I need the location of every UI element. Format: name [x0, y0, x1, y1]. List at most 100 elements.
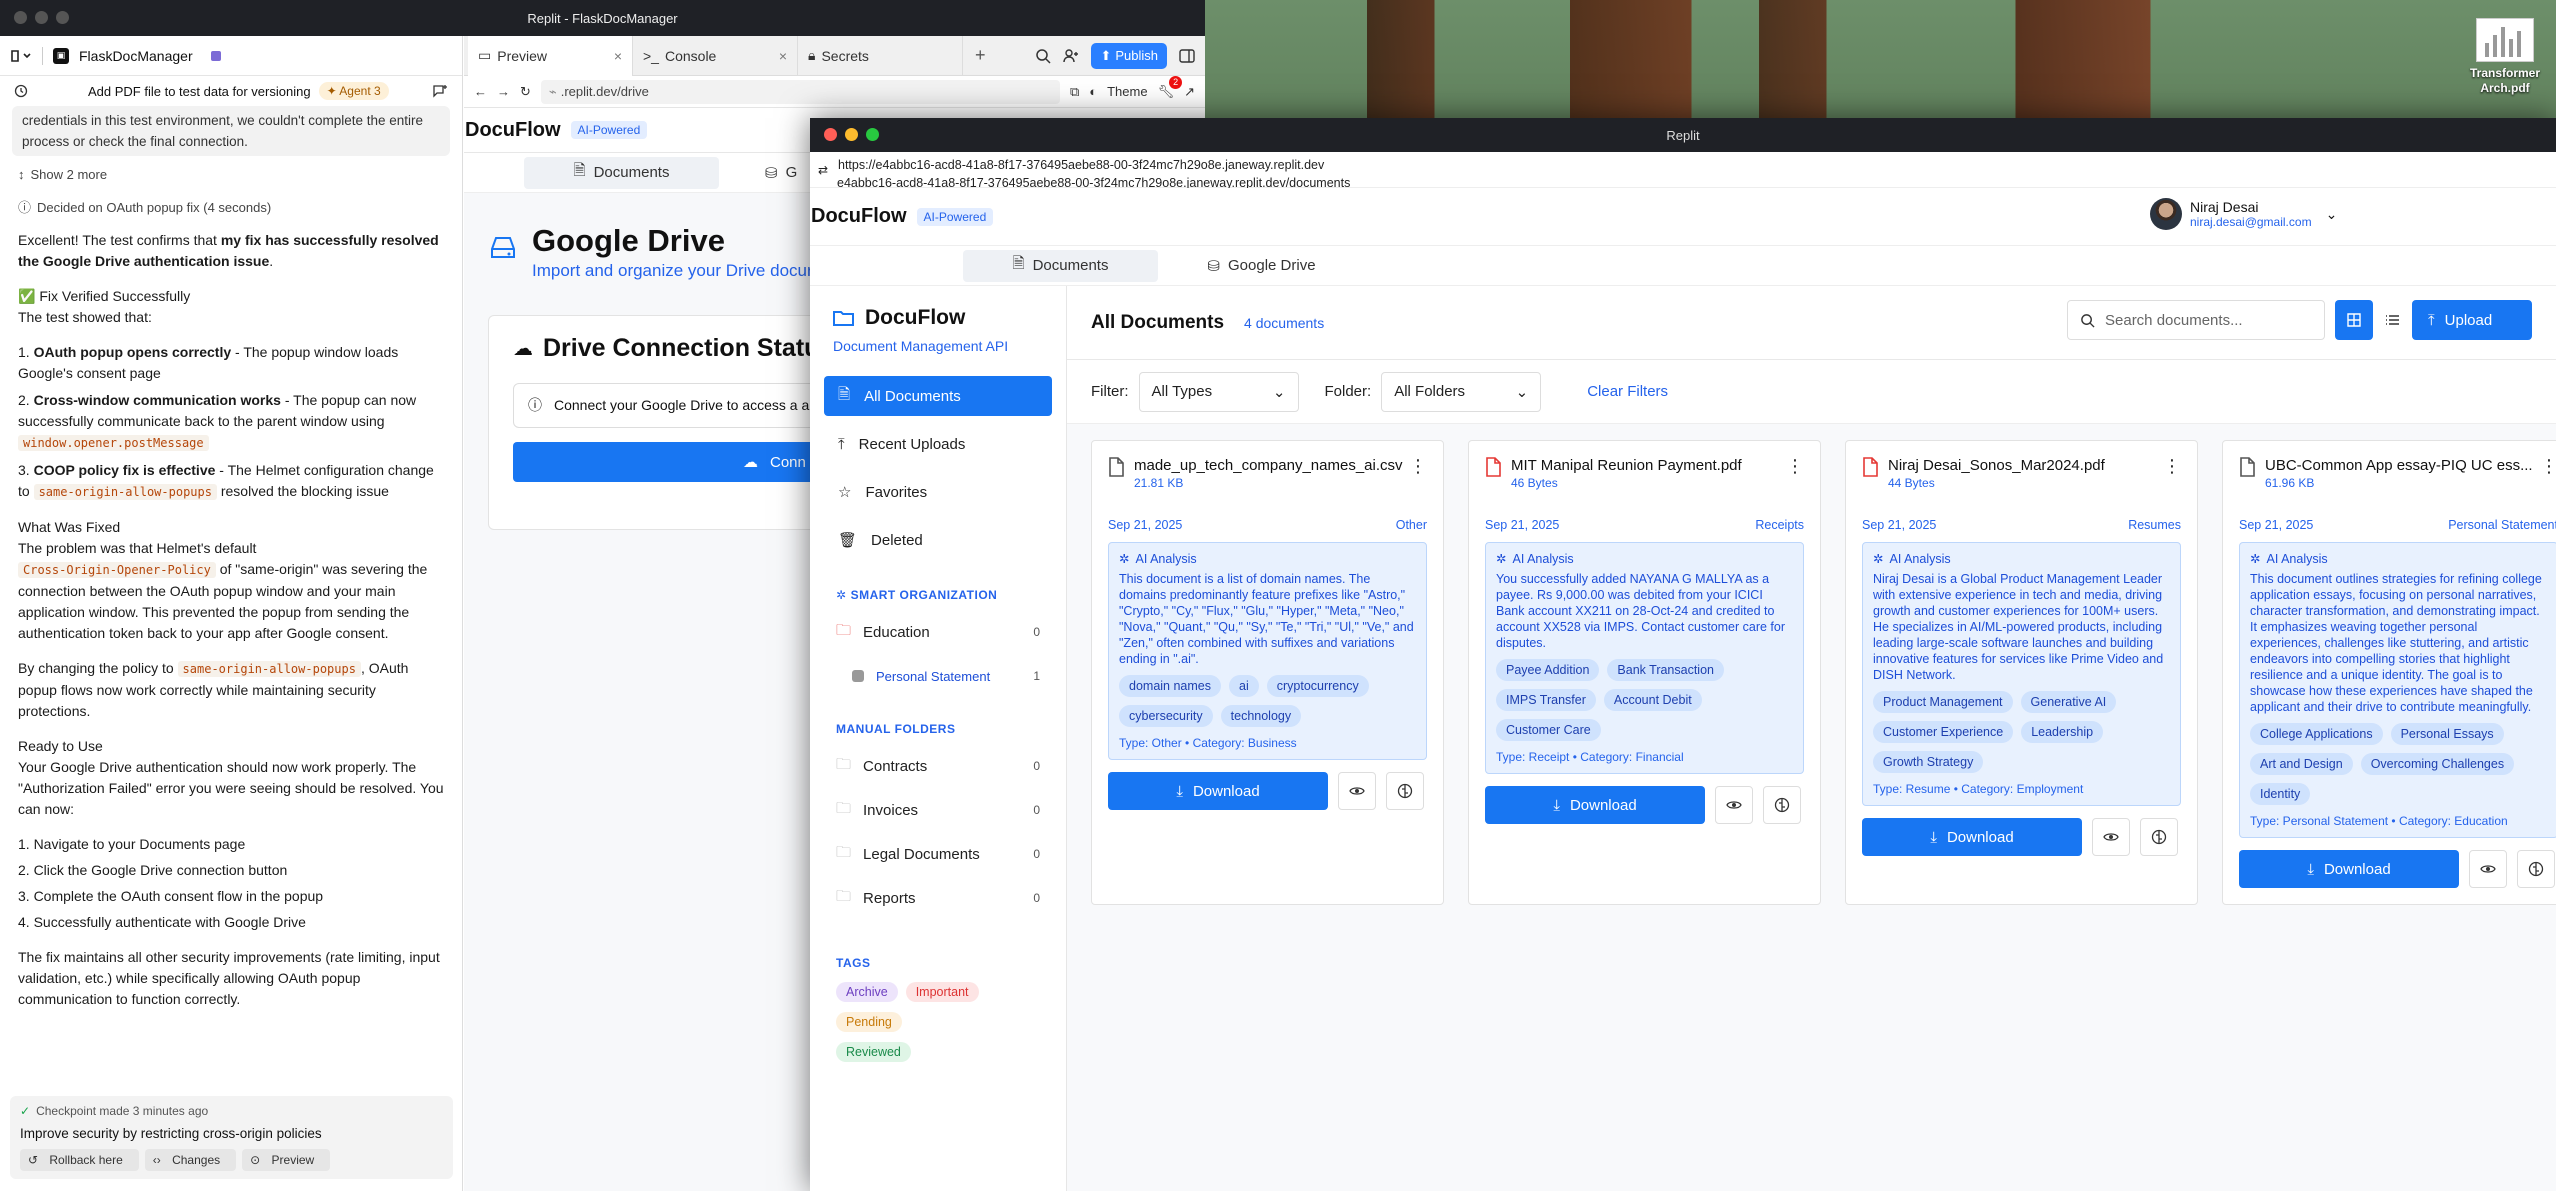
new-chat-icon[interactable]: [432, 84, 448, 98]
app-brand[interactable]: DocuFlow: [811, 205, 907, 228]
clear-filters-link[interactable]: Clear Filters: [1587, 383, 1668, 400]
download-button[interactable]: ⤓ Download: [1485, 786, 1705, 824]
sidebar-folder-education[interactable]: 🗀 Education 0: [824, 614, 1052, 650]
close-tab-icon[interactable]: ×: [779, 48, 787, 64]
preview-button[interactable]: [2092, 818, 2130, 856]
theme-icon[interactable]: ◐: [1089, 84, 1097, 99]
tag-reviewed[interactable]: Reviewed: [836, 1042, 911, 1062]
more-options-icon[interactable]: ⋮: [2163, 457, 2181, 475]
open-external-icon[interactable]: ↗: [1184, 84, 1195, 100]
analyze-button[interactable]: [2517, 850, 2555, 888]
close-window-button[interactable]: [14, 11, 27, 24]
sidebar-item-recent-uploads[interactable]: ⤒ Recent Uploads: [824, 424, 1052, 464]
grid-view-button[interactable]: [2335, 300, 2373, 340]
sidebar-folder-personal-statement[interactable]: Personal Statement 1: [824, 658, 1052, 694]
download-button[interactable]: ⤓ Download: [1862, 818, 2082, 856]
panel-toggle-icon[interactable]: [1179, 48, 1195, 63]
devtools-icon[interactable]: ⧉: [1070, 84, 1079, 100]
search-icon[interactable]: [1035, 48, 1051, 64]
sidebar-folder-legal-documents[interactable]: 🗀 Legal Documents 0: [824, 836, 1052, 872]
theme-label[interactable]: Theme: [1107, 84, 1147, 99]
type-filter-select[interactable]: All Types ⌄: [1138, 371, 1299, 412]
keyword-chip[interactable]: Growth Strategy: [1873, 751, 1984, 773]
changes-button[interactable]: ‹› Changes: [144, 1149, 237, 1171]
keyword-chip[interactable]: IMPS Transfer: [1496, 689, 1596, 711]
minimize-window-button[interactable]: [845, 128, 858, 141]
folder-filter-select[interactable]: All Folders ⌄: [1381, 371, 1542, 412]
keyword-chip[interactable]: Leadership: [2021, 721, 2104, 743]
close-window-button[interactable]: [824, 128, 837, 141]
keyword-chip[interactable]: cybersecurity: [1119, 705, 1213, 727]
url-line-full[interactable]: https://e4abbc16-acd8-41a8-8f17-376495ae…: [838, 156, 2556, 174]
reload-icon[interactable]: ↻: [520, 84, 531, 100]
more-options-icon[interactable]: ⋮: [1409, 457, 1427, 475]
keyword-chip[interactable]: Customer Care: [1496, 719, 1601, 741]
download-button[interactable]: ⤓ Download: [1108, 772, 1328, 810]
preview-button[interactable]: ⊙ Preview: [242, 1149, 331, 1171]
zoom-window-button[interactable]: [56, 11, 69, 24]
document-name[interactable]: MIT Manipal Reunion Payment.pdf: [1511, 457, 1781, 474]
invite-user-icon[interactable]: [1063, 48, 1079, 64]
decision-line[interactable]: ⓘ Decided on OAuth popup fix (4 seconds): [18, 197, 444, 218]
document-name[interactable]: UBC-Common App essay-PIQ UC ess...: [2265, 457, 2535, 474]
forward-arrow-icon[interactable]: →: [497, 84, 510, 99]
keyword-chip[interactable]: Identity: [2250, 783, 2311, 805]
zoom-window-button[interactable]: [866, 128, 879, 141]
tab-google-drive[interactable]: ⛁ Google Drive: [1164, 250, 1359, 282]
search-input[interactable]: Search documents...: [2067, 300, 2325, 340]
keyword-chip[interactable]: Personal Essays: [2390, 723, 2504, 745]
close-tab-icon[interactable]: ×: [614, 48, 622, 64]
document-name[interactable]: Niraj Desai_Sonos_Mar2024.pdf: [1888, 457, 2158, 474]
desktop-file-icon[interactable]: Transformer Arch.pdf: [2460, 18, 2550, 96]
sidebar-folder-contracts[interactable]: 🗀 Contracts 0: [824, 748, 1052, 784]
tab-console[interactable]: >_ Console ×: [633, 35, 798, 76]
show-more-toggle[interactable]: ↕ Show 2 more: [18, 164, 444, 185]
analyze-button[interactable]: [2140, 818, 2178, 856]
add-tab-icon[interactable]: +: [963, 45, 998, 66]
analyze-button[interactable]: [1386, 772, 1424, 810]
tag-pending[interactable]: Pending: [836, 1012, 902, 1032]
list-view-button[interactable]: [2373, 300, 2411, 340]
rollback-button[interactable]: ↺ Rollback here: [20, 1149, 139, 1171]
keyword-chip[interactable]: ai: [1229, 675, 1259, 697]
more-options-icon[interactable]: ⋮: [1786, 457, 1804, 475]
keyword-chip[interactable]: technology: [1220, 705, 1302, 727]
preview-button[interactable]: [1715, 786, 1753, 824]
keyword-chip[interactable]: Product Management: [1873, 691, 2013, 713]
document-card[interactable]: UBC-Common App essay-PIQ UC ess... 61.96…: [2222, 440, 2556, 905]
user-menu[interactable]: Niraj Desai niraj.desai@gmail.com ⌄: [2150, 198, 2337, 230]
keyword-chip[interactable]: Art and Design: [2250, 753, 2353, 775]
keyword-chip[interactable]: Payee Addition: [1496, 659, 1600, 681]
wrench-icon[interactable]: 🔧︎ 2: [1158, 75, 1183, 100]
history-icon[interactable]: [14, 84, 28, 98]
project-name[interactable]: FlaskDocManager: [79, 48, 193, 64]
back-arrow-icon[interactable]: ←: [474, 84, 487, 99]
sidebar-item-all-documents[interactable]: 🗎︎ All Documents: [824, 376, 1052, 416]
sidebar-toggle-icon[interactable]: [10, 49, 32, 63]
keyword-chip[interactable]: domain names: [1119, 675, 1221, 697]
document-card[interactable]: Niraj Desai_Sonos_Mar2024.pdf 44 Bytes ⋮…: [1845, 440, 2198, 905]
tab-preview[interactable]: ▭ Preview ×: [468, 35, 633, 76]
keyword-chip[interactable]: Account Debit: [1603, 689, 1702, 711]
document-card[interactable]: MIT Manipal Reunion Payment.pdf 46 Bytes…: [1468, 440, 1821, 905]
preview-button[interactable]: [2469, 850, 2507, 888]
document-card[interactable]: made_up_tech_company_names_ai.csv 21.81 …: [1091, 440, 1444, 905]
sidebar-folder-reports[interactable]: 🗀 Reports 0: [824, 880, 1052, 916]
tag-archive[interactable]: Archive: [836, 982, 898, 1002]
keyword-chip[interactable]: Overcoming Challenges: [2360, 753, 2515, 775]
preview-url-input[interactable]: ⌁ .replit.dev/drive: [540, 79, 1060, 104]
tab-documents[interactable]: 🗎︎ Documents: [963, 249, 1158, 282]
keyword-chip[interactable]: Customer Experience: [1873, 721, 2014, 743]
publish-button[interactable]: ⬆︎ Publish: [1091, 42, 1167, 69]
keyword-chip[interactable]: Bank Transaction: [1607, 659, 1724, 681]
preview-tab-documents[interactable]: 🗎︎ Documents: [524, 156, 719, 189]
keyword-chip[interactable]: Generative AI: [2020, 691, 2117, 713]
preview-button[interactable]: [1338, 772, 1376, 810]
analyze-button[interactable]: [1763, 786, 1801, 824]
tag-important[interactable]: Important: [905, 982, 979, 1002]
keyword-chip[interactable]: College Applications: [2250, 723, 2383, 745]
sidebar-item-deleted[interactable]: 🗑︎ Deleted: [824, 520, 1052, 560]
more-options-icon[interactable]: ⋮: [2540, 457, 2556, 475]
sidebar-item-favorites[interactable]: ☆ Favorites: [824, 472, 1052, 512]
document-name[interactable]: made_up_tech_company_names_ai.csv: [1134, 457, 1404, 474]
